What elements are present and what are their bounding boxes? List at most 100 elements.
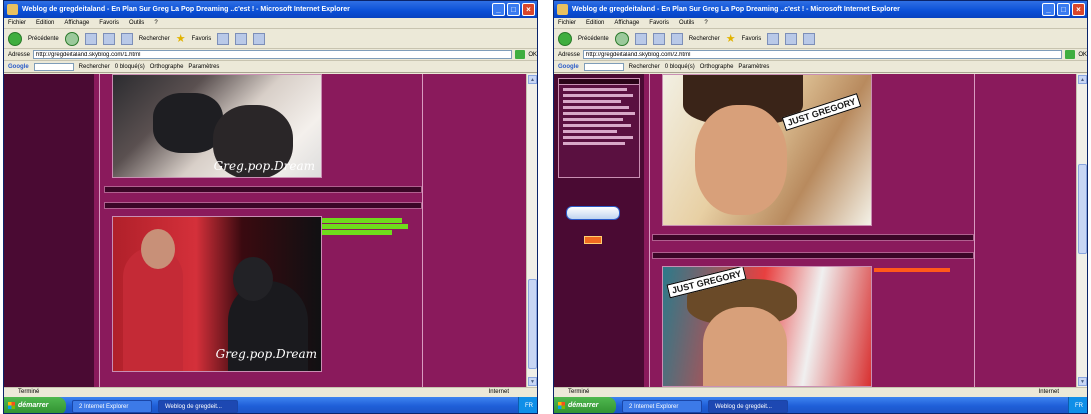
sidebar-link[interactable]	[563, 118, 623, 121]
system-tray: FR	[1068, 397, 1087, 413]
google-logo[interactable]: Google	[8, 64, 29, 70]
google-options[interactable]: Paramètres	[188, 64, 219, 70]
taskbar: démarrer 2 Internet Explorer Weblog de g…	[4, 397, 537, 413]
popup-blocked[interactable]: 0 bloqué(s)	[665, 64, 695, 70]
sidebar-link[interactable]	[563, 136, 633, 139]
sidebar-link[interactable]	[563, 112, 635, 115]
scroll-thumb[interactable]	[528, 279, 537, 369]
print-icon[interactable]	[803, 32, 816, 45]
sidebar-link[interactable]	[563, 94, 633, 97]
menu-view[interactable]: Affichage	[614, 18, 639, 28]
sidebar-link[interactable]	[563, 124, 631, 127]
menu-view[interactable]: Affichage	[64, 18, 89, 28]
post-footer-bar	[104, 186, 422, 193]
favorites-label[interactable]: Favoris	[192, 36, 212, 42]
scroll-up-icon[interactable]: ▲	[1078, 75, 1087, 84]
favorites-label[interactable]: Favoris	[742, 36, 762, 42]
sidebar-badge[interactable]	[584, 236, 602, 244]
close-button[interactable]: ×	[522, 3, 535, 16]
google-search-button[interactable]: Rechercher	[79, 64, 110, 70]
refresh-icon[interactable]	[102, 32, 115, 45]
search-label[interactable]: Rechercher	[689, 36, 720, 42]
ie-icon	[7, 4, 18, 15]
vertical-scrollbar[interactable]: ▲ ▼	[1076, 74, 1087, 387]
menu-file[interactable]: Fichier	[558, 18, 576, 28]
taskbar-item[interactable]: 2 Internet Explorer	[72, 399, 152, 413]
google-search-button[interactable]: Rechercher	[629, 64, 660, 70]
scroll-up-icon[interactable]: ▲	[528, 75, 537, 84]
sidebar-link[interactable]	[563, 100, 621, 103]
maximize-button[interactable]: □	[507, 3, 520, 16]
back-label[interactable]: Précédente	[28, 36, 59, 42]
google-logo[interactable]: Google	[558, 64, 579, 70]
menu-edit[interactable]: Edition	[36, 18, 54, 28]
sidebar-link[interactable]	[563, 142, 625, 145]
google-search-input[interactable]	[583, 62, 624, 71]
sidebar-banner[interactable]	[566, 206, 620, 220]
favorites-icon[interactable]: ★	[176, 32, 186, 45]
highlighted-text	[322, 218, 402, 223]
menu-favorites[interactable]: Favoris	[649, 18, 669, 28]
column-border	[649, 74, 650, 387]
toolbar: Précédente Rechercher ★ Favoris	[4, 29, 537, 49]
go-icon[interactable]	[1065, 50, 1076, 59]
ie-icon	[557, 4, 568, 15]
start-button[interactable]: démarrer	[554, 397, 616, 413]
image-watermark: Greg.pop.Dream	[213, 159, 315, 173]
mail-icon[interactable]	[235, 32, 248, 45]
back-icon[interactable]	[8, 31, 22, 46]
sidebar-link[interactable]	[563, 106, 629, 109]
menu-file[interactable]: Fichier	[8, 18, 26, 28]
status-text: Terminé	[18, 389, 40, 395]
address-input[interactable]	[33, 50, 513, 59]
go-label[interactable]: OK	[1078, 52, 1087, 58]
home-icon[interactable]	[120, 32, 133, 45]
scroll-down-icon[interactable]: ▼	[528, 377, 537, 386]
post-text-line	[874, 268, 950, 272]
forward-icon[interactable]	[614, 31, 629, 46]
minimize-button[interactable]: _	[1042, 3, 1055, 16]
post-header-bar	[104, 202, 422, 209]
menu-favorites[interactable]: Favoris	[99, 18, 119, 28]
minimize-button[interactable]: _	[492, 3, 505, 16]
menu-help[interactable]: ?	[154, 18, 157, 28]
menu-edit[interactable]: Edition	[586, 18, 604, 28]
window-title: Weblog de gregdeitaland - En Plan Sur Gr…	[22, 6, 350, 13]
print-icon[interactable]	[253, 32, 266, 45]
back-label[interactable]: Précédente	[578, 36, 609, 42]
history-icon[interactable]	[767, 32, 780, 45]
taskbar-item[interactable]: Weblog de gregdeit...	[158, 399, 238, 413]
menu-tools[interactable]: Outils	[129, 18, 144, 28]
taskbar-item[interactable]: Weblog de gregdeit...	[708, 399, 788, 413]
search-label[interactable]: Rechercher	[139, 36, 170, 42]
close-button[interactable]: ×	[1072, 3, 1085, 16]
start-button[interactable]: démarrer	[4, 397, 66, 413]
scroll-down-icon[interactable]: ▼	[1078, 377, 1087, 386]
scroll-thumb[interactable]	[1078, 164, 1087, 254]
stop-icon[interactable]	[84, 32, 97, 45]
spellcheck-button[interactable]: Orthographe	[700, 64, 734, 70]
menu-help[interactable]: ?	[704, 18, 707, 28]
popup-blocked[interactable]: 0 bloqué(s)	[115, 64, 145, 70]
taskbar-item[interactable]: 2 Internet Explorer	[622, 399, 702, 413]
google-options[interactable]: Paramètres	[738, 64, 769, 70]
sidebar-link[interactable]	[563, 130, 617, 133]
home-icon[interactable]	[670, 32, 683, 45]
go-label[interactable]: OK	[528, 52, 537, 58]
google-search-input[interactable]	[33, 62, 74, 71]
vertical-scrollbar[interactable]: ▲ ▼	[526, 74, 537, 387]
back-icon[interactable]	[558, 31, 572, 46]
menu-bar: Fichier Edition Affichage Favoris Outils…	[554, 18, 1087, 29]
spellcheck-button[interactable]: Orthographe	[150, 64, 184, 70]
favorites-icon[interactable]: ★	[726, 32, 736, 45]
stop-icon[interactable]	[634, 32, 647, 45]
history-icon[interactable]	[217, 32, 230, 45]
maximize-button[interactable]: □	[1057, 3, 1070, 16]
refresh-icon[interactable]	[652, 32, 665, 45]
go-icon[interactable]	[515, 50, 526, 59]
address-input[interactable]	[583, 50, 1063, 59]
sidebar-link[interactable]	[563, 88, 627, 91]
menu-tools[interactable]: Outils	[679, 18, 694, 28]
forward-icon[interactable]	[64, 31, 79, 46]
mail-icon[interactable]	[785, 32, 798, 45]
